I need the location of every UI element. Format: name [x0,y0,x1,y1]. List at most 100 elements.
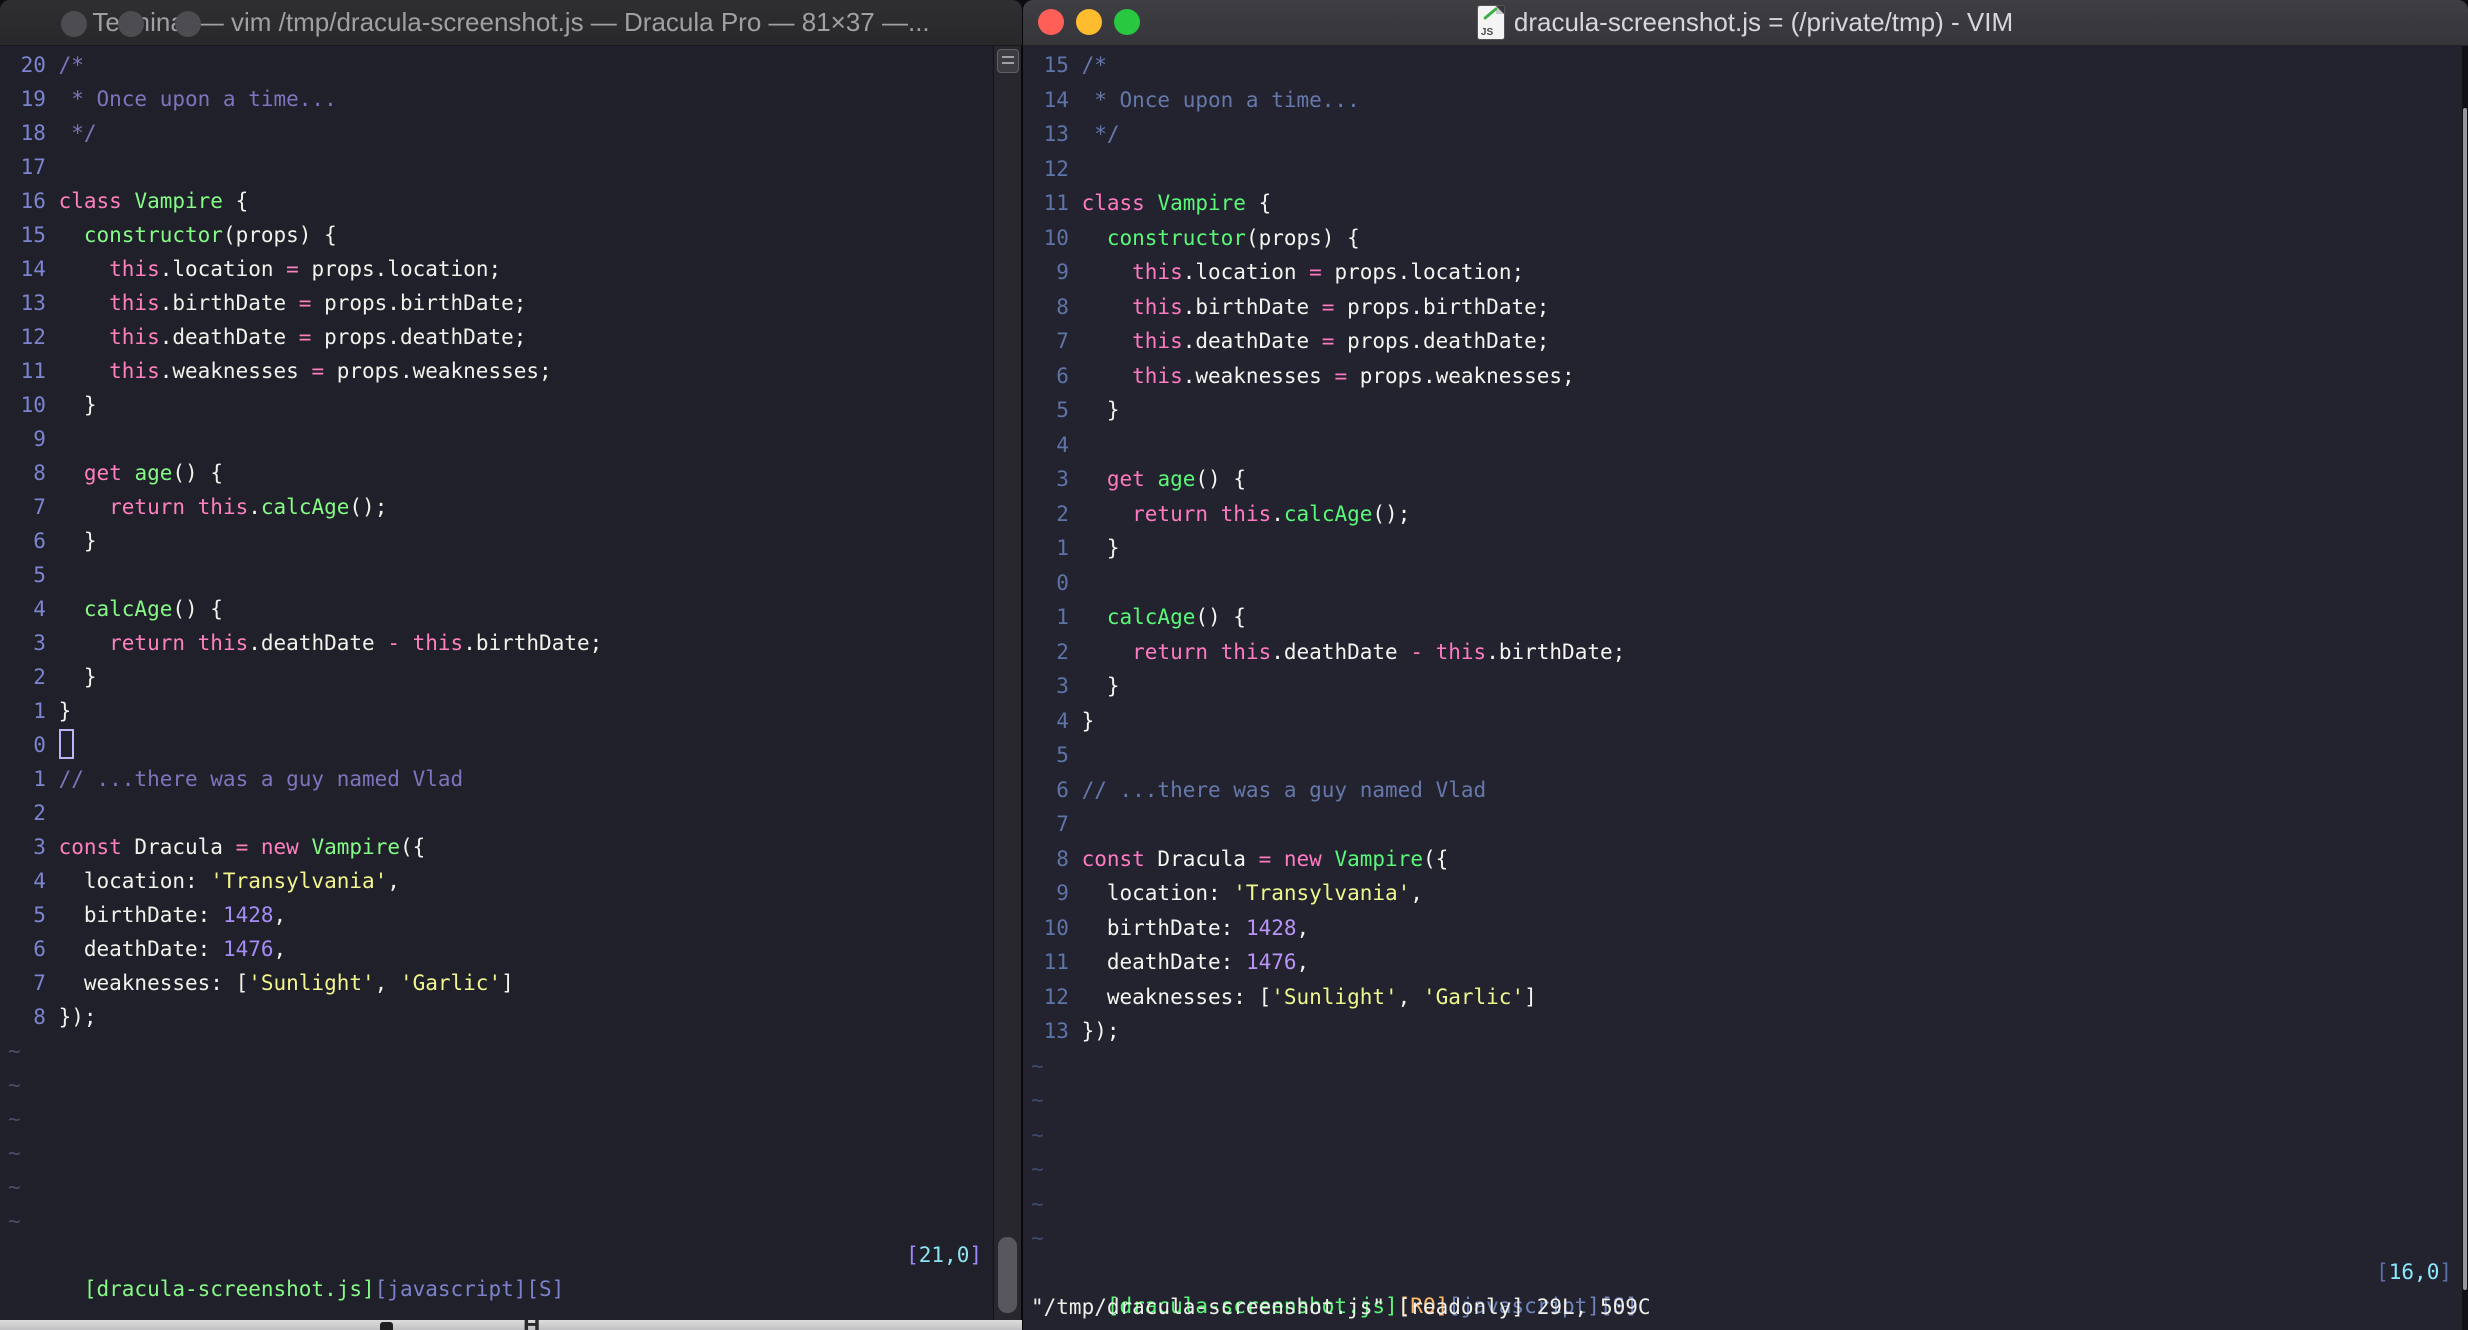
code-token: Dracula [121,835,236,859]
line-number: 5 [33,563,46,587]
code-line[interactable]: 8 const Dracula = new Vampire({ [1031,842,2438,877]
code-line[interactable]: 7 [1031,807,2438,842]
code-line[interactable]: 15 /* [1031,48,2438,83]
code-line[interactable]: 7 weaknesses: ['Sunlight', 'Garlic'] [8,966,992,1000]
line-number: 2 [33,801,46,825]
code-line[interactable]: 13 this.birthDate = props.birthDate; [8,286,992,320]
code-line[interactable]: 1 } [1031,531,2438,566]
code-line[interactable]: 8 get age() { [8,456,992,490]
code-line[interactable]: 10 } [8,388,992,422]
code-token: { [222,189,249,213]
zoom-button-icon[interactable] [175,11,201,37]
code-line[interactable]: 2 [8,796,992,830]
code-line[interactable]: 13}); [1031,1014,2438,1049]
code-line[interactable]: 18 */ [8,116,992,150]
zoom-button-icon[interactable] [1114,9,1140,35]
line-number: 19 [20,87,46,111]
close-button-icon[interactable] [1038,9,1064,35]
code-line[interactable]: 6 this.weaknesses = props.weaknesses; [1031,359,2438,394]
code-line[interactable]: 7 return this.calcAge(); [8,490,992,524]
code-line[interactable]: 2 return this.deathDate - this.birthDate… [1031,635,2438,670]
code-line[interactable]: 3 get age() { [1031,462,2438,497]
code-token: , [1296,950,1310,974]
code-line[interactable]: 5 birthDate: 1428, [8,898,992,932]
line-number: 13 [1043,1019,1069,1043]
code-line[interactable]: 19 * Once upon a time... [8,82,992,116]
code-line[interactable]: 5 } [1031,393,2438,428]
code-token: age [1157,467,1196,491]
scrollbar-thumb[interactable] [998,1237,1017,1313]
scrollbar-thumb[interactable] [2463,108,2467,1290]
line-number: 15 [1043,53,1069,77]
code-line[interactable]: 20 /* [8,48,992,82]
code-line[interactable]: 8 this.birthDate = props.birthDate; [1031,290,2438,325]
minimize-button-icon[interactable] [118,11,144,37]
code-line[interactable]: 2 return this.calcAge(); [1031,497,2438,532]
code-line[interactable]: 0 [1031,566,2438,601]
ruler-bracket: ] [2439,1260,2452,1284]
macvim-titlebar[interactable]: JS dracula-screenshot.js = (/private/tmp… [1023,0,2468,46]
code-line[interactable]: 5 [1031,738,2438,773]
code-line[interactable]: 4} [1031,704,2438,739]
code-line[interactable]: 17 [8,150,992,184]
code-line[interactable]: 11 this.weaknesses = props.weaknesses; [8,354,992,388]
code-line[interactable]: 5 [8,558,992,592]
vim-buffer-area[interactable]: 20/* 19 * Once upon a time... 18 */17 16 cla… [0,45,1022,1320]
code-line[interactable]: 3 const Dracula = new Vampire({ [8,830,992,864]
code-token: } [58,665,97,689]
code-token: props.location; [298,257,502,281]
vim-buffer-area[interactable]: 15 /* 14 * Once upon a time... 13 */12 11 cla… [1023,45,2468,1330]
code-line[interactable]: 1 // ...there was a guy named Vlad [8,762,992,796]
code-line[interactable]: 11 deathDate: 1476, [1031,945,2438,980]
code-line[interactable]: 12 this.deathDate = props.deathDate; [8,320,992,354]
code-line[interactable]: 14 * Once upon a time... [1031,83,2438,118]
tilde-marker: ~ [8,1141,21,1165]
code-line[interactable]: 9 this.location = props.location; [1031,255,2438,290]
terminal-marks-icon[interactable] [997,49,1019,73]
code-line[interactable]: 4 location: 'Transylvania', [8,864,992,898]
code-line[interactable]: 6 // ...there was a guy named Vlad [1031,773,2438,808]
code-token: 'Sunlight' [248,971,375,995]
terminal-scrollbar[interactable] [993,45,1022,1320]
code-line[interactable]: 11 class Vampire { [1031,186,2438,221]
macvim-scrollbar[interactable] [2462,45,2468,1330]
code-line[interactable]: 3 return this.deathDate - this.birthDate… [8,626,992,660]
code-token: .weaknesses [1182,363,1335,388]
close-button-icon[interactable] [61,11,87,37]
code-line[interactable]: 8}); [8,1000,992,1034]
code-line[interactable]: 9 location: 'Transylvania', [1031,876,2438,911]
code-line[interactable]: 10 birthDate: 1428, [1031,911,2438,946]
code-line[interactable]: 6 } [8,524,992,558]
code-line[interactable]: 14 this.location = props.location; [8,252,992,286]
code-token: 'Sunlight' [1271,984,1398,1009]
code-line[interactable]: 12 weaknesses: ['Sunlight', 'Garlic'] [1031,980,2438,1015]
code-line[interactable]: 13 */ [1031,117,2438,152]
code-token: props.location; [1321,260,1525,284]
code-line[interactable]: 0 [8,728,992,762]
code-token: = [286,257,299,281]
code-line[interactable]: 4 calcAge() { [8,592,992,626]
code-line[interactable]: 1} [8,694,992,728]
code-line[interactable]: 6 deathDate: 1476, [8,932,992,966]
line-number: 11 [1043,191,1069,215]
code-line[interactable]: 2 } [8,660,992,694]
code-line[interactable]: 16 class Vampire { [8,184,992,218]
minimize-button-icon[interactable] [1076,9,1102,35]
code-line[interactable]: 3 } [1031,669,2438,704]
code-token: */ [58,121,97,145]
code-token: /* [1081,53,1107,77]
code-token: - [1410,639,1423,664]
code-line[interactable]: 9 [8,422,992,456]
code-line[interactable]: 10 constructor(props) { [1031,221,2438,256]
code-token: } [1081,398,1120,422]
line-number: 2 [1056,639,1069,664]
code-line[interactable]: 7 this.deathDate = props.deathDate; [1031,324,2438,359]
terminal-titlebar[interactable]: Terminal — vim /tmp/dracula-screenshot.j… [0,0,1022,46]
line-number: 5 [33,903,46,927]
code-line[interactable]: 4 [1031,428,2438,463]
code-line[interactable]: 12 [1031,152,2438,187]
code-line[interactable]: 1 calcAge() { [1031,600,2438,635]
code-line[interactable]: 15 constructor(props) { [8,218,992,252]
code-token: ({ [1423,846,1449,871]
